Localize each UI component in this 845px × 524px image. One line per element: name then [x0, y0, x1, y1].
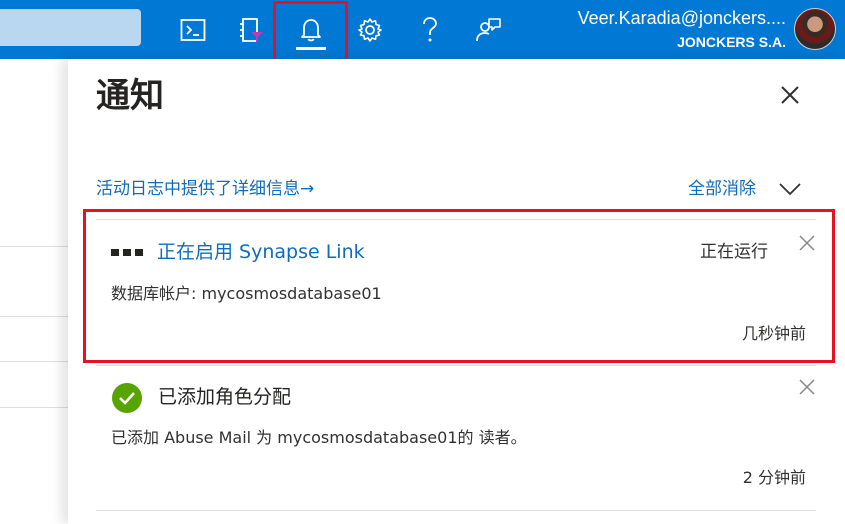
divider [96, 510, 816, 511]
notification-time: 2 分钟前 [742, 468, 806, 487]
bell-highlight-annotation [273, 1, 348, 64]
cloud-shell-icon [180, 18, 206, 41]
divider [0, 407, 68, 408]
background-page [0, 59, 68, 524]
divider [0, 246, 68, 247]
dismiss-all-button[interactable]: 全部消除 [688, 177, 756, 201]
top-bar: Veer.Karadia@jonckers.... JONCKERS S.A. [0, 0, 845, 59]
search-box[interactable] [0, 9, 141, 46]
close-icon[interactable] [798, 378, 816, 396]
user-organization: JONCKERS S.A. [677, 34, 786, 50]
success-check-icon [112, 383, 142, 413]
gear-icon [358, 17, 382, 42]
chevron-down-icon[interactable] [778, 180, 802, 198]
cloud-shell-button[interactable] [164, 0, 222, 59]
help-icon [423, 16, 437, 41]
divider [0, 361, 68, 362]
account-menu[interactable]: Veer.Karadia@jonckers.... JONCKERS S.A. [540, 6, 786, 52]
directory-filter-icon [240, 17, 263, 42]
notification-title: 已添加角色分配 [158, 386, 292, 408]
settings-button[interactable] [341, 0, 399, 59]
user-email: Veer.Karadia@jonckers.... [577, 8, 786, 28]
notification-card[interactable]: 已添加角色分配 已添加 Abuse Mail 为 mycosmosdatabas… [96, 366, 816, 509]
activity-log-link[interactable]: 活动日志中提供了详细信息→ [96, 177, 314, 201]
divider [0, 316, 68, 317]
close-icon [781, 86, 799, 104]
panel-title: 通知 [96, 76, 164, 116]
directory-filter-button[interactable] [222, 0, 280, 59]
close-panel-button[interactable] [776, 81, 804, 109]
notification-description: 已添加 Abuse Mail 为 mycosmosdatabase01的 读者。 [111, 428, 527, 447]
feedback-icon [476, 17, 501, 41]
notification-highlight-annotation [83, 209, 835, 363]
avatar[interactable] [794, 8, 836, 50]
feedback-button[interactable] [459, 0, 517, 59]
help-button[interactable] [401, 0, 459, 59]
